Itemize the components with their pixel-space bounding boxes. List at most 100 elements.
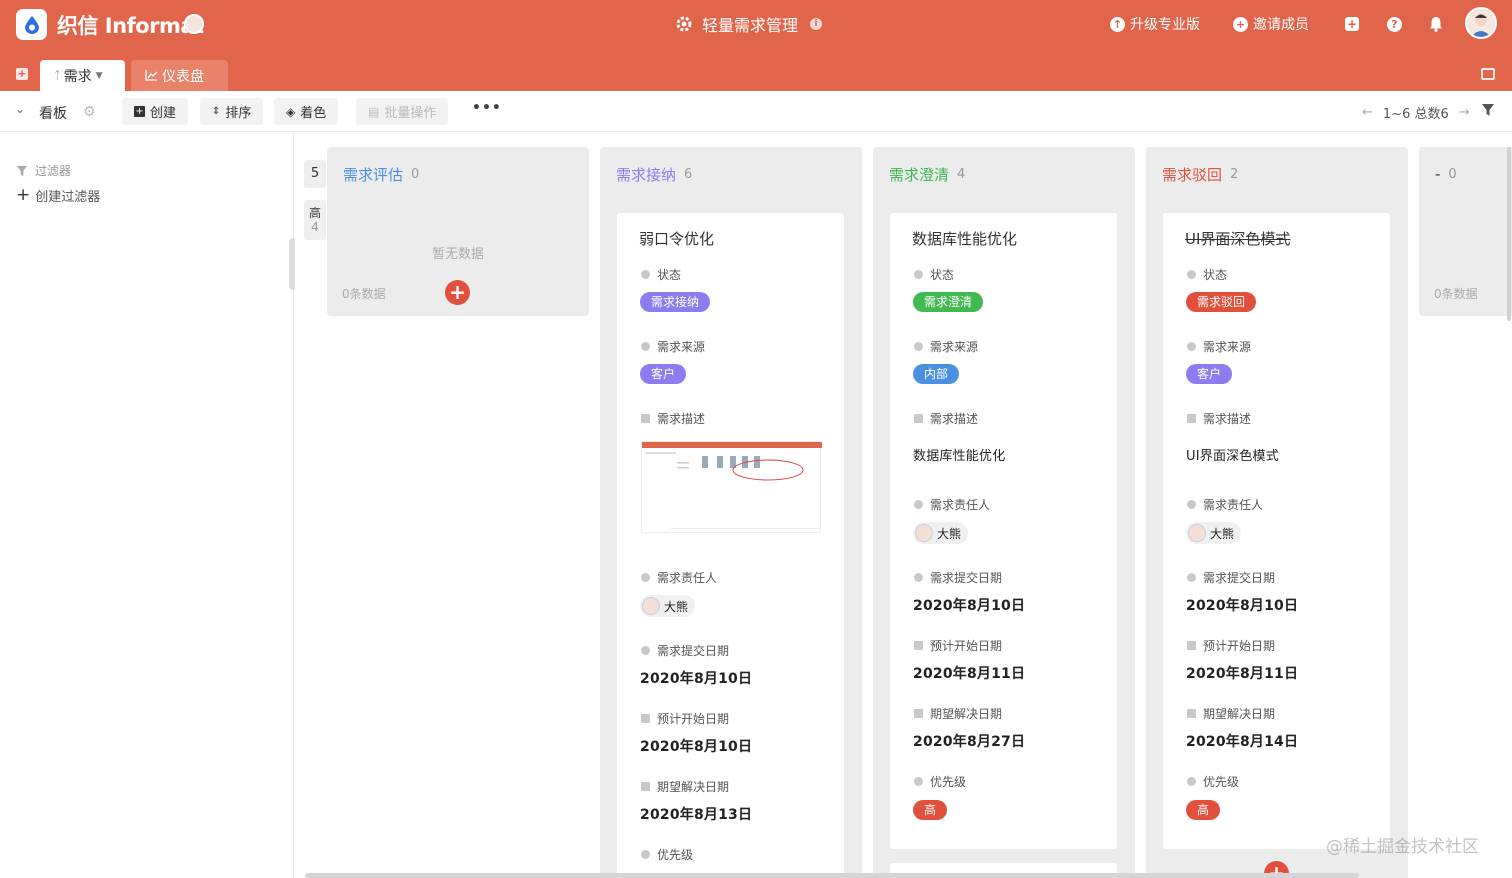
chevron-down-icon[interactable]: ⌄ bbox=[15, 102, 25, 116]
user-avatar[interactable] bbox=[1465, 7, 1497, 39]
create-button[interactable]: + 创建 bbox=[122, 98, 189, 125]
sort-label: 排序 bbox=[225, 106, 252, 121]
card[interactable]: 数据库性能优化 状态 需求澄清 需求来源 内部 需求描述 数据库性能优化 需求责… bbox=[890, 213, 1117, 849]
tab-dashboard[interactable]: 仪表盘 bbox=[131, 60, 228, 91]
upgrade-button[interactable]: ↑ 升级专业版 bbox=[1110, 14, 1200, 34]
check-circle-icon bbox=[914, 777, 923, 786]
invite-button[interactable]: + 邀请成员 bbox=[1233, 14, 1309, 34]
more-icon[interactable]: ••• bbox=[472, 100, 502, 116]
field-label: 需求来源 bbox=[641, 338, 705, 355]
paint-bucket-icon: ◈ bbox=[286, 104, 296, 119]
app-title-area[interactable]: 轻量需求管理 i bbox=[676, 12, 823, 36]
field-label: 期望解决日期 bbox=[914, 705, 1002, 722]
start-date: 2020年8月11日 bbox=[1186, 666, 1299, 682]
column-header[interactable]: 需求接纳 6 bbox=[600, 147, 862, 201]
source-pill: 内部 bbox=[913, 364, 960, 384]
pager-text: 1~6 总数6 bbox=[1382, 107, 1449, 122]
column-header[interactable]: 需求驳回 2 bbox=[1146, 147, 1408, 201]
vertical-scrollbar[interactable] bbox=[1507, 147, 1511, 321]
priority-pill: 高 bbox=[913, 800, 948, 820]
view-name[interactable]: 看板 bbox=[39, 103, 67, 123]
column-header[interactable]: 需求评估 0 bbox=[327, 147, 589, 201]
chevron-down-icon: ▼ bbox=[95, 70, 103, 81]
add-card-button[interactable]: + bbox=[445, 280, 470, 305]
app-name: 织信 Informat bbox=[57, 14, 204, 38]
field-label: 需求责任人 bbox=[914, 496, 990, 513]
plus-square-icon: + bbox=[134, 106, 145, 117]
horizontal-scrollbar[interactable] bbox=[305, 873, 1359, 878]
add-icon[interactable]: + bbox=[1345, 17, 1359, 31]
add-user-icon: + bbox=[1233, 16, 1248, 32]
column-header[interactable]: - 0 bbox=[1419, 147, 1512, 201]
group-label[interactable]: 高 4 bbox=[304, 200, 326, 240]
field-label: 优先级 bbox=[914, 773, 966, 790]
check-circle-icon bbox=[914, 270, 923, 279]
calendar-icon bbox=[914, 641, 923, 650]
column-rejected: 需求驳回 2 UI界面深色模式 状态 需求驳回 需求来源 客户 需求描述 UI界… bbox=[1146, 147, 1408, 878]
record-count: 0条数据 bbox=[1434, 287, 1478, 301]
status-pill: 需求澄清 bbox=[913, 292, 984, 312]
filter-icon[interactable] bbox=[1481, 103, 1495, 117]
card[interactable]: 弱口令优化 状态 需求接纳 需求来源 客户 需求描述 需求责任人 大熊 需求提交… bbox=[617, 213, 844, 878]
filter-panel: 过滤器 + 创建过滤器 bbox=[0, 133, 294, 878]
clock-icon bbox=[641, 646, 650, 655]
color-button[interactable]: ◈ 着色 bbox=[274, 98, 339, 125]
invite-label: 邀请成员 bbox=[1253, 17, 1309, 33]
user-icon bbox=[1187, 500, 1196, 509]
calendar-icon bbox=[914, 709, 923, 718]
owner-chip: 大熊 bbox=[1186, 522, 1242, 544]
field-label: 需求描述 bbox=[1187, 410, 1251, 427]
batch-button[interactable]: ▤ 批量操作 bbox=[356, 98, 449, 125]
next-page-icon[interactable]: → bbox=[1459, 105, 1470, 120]
add-tab-icon[interactable]: + bbox=[16, 68, 28, 80]
source-pill: 客户 bbox=[640, 364, 687, 384]
field-label: 状态 bbox=[641, 266, 681, 283]
card[interactable]: UI界面深色模式 状态 需求驳回 需求来源 客户 需求描述 UI界面深色模式 需… bbox=[1163, 213, 1390, 849]
avatar bbox=[1188, 524, 1206, 542]
field-label: 优先级 bbox=[1187, 773, 1239, 790]
column-header[interactable]: 需求澄清 4 bbox=[873, 147, 1135, 201]
tab-label: 需求 bbox=[63, 68, 92, 85]
window-copy-icon[interactable] bbox=[1481, 68, 1495, 80]
bell-icon[interactable] bbox=[1429, 16, 1443, 32]
list-icon: ▤ bbox=[368, 104, 380, 119]
field-label: 状态 bbox=[914, 266, 954, 283]
clock-icon bbox=[914, 573, 923, 582]
due-date: 2020年8月14日 bbox=[1186, 734, 1299, 750]
prev-page-icon[interactable]: ← bbox=[1362, 105, 1373, 120]
filter-icon bbox=[16, 165, 28, 176]
batch-label: 批量操作 bbox=[384, 106, 437, 121]
card-title: 弱口令优化 bbox=[639, 230, 715, 248]
workspace-avatar[interactable] bbox=[184, 14, 204, 34]
submit-date: 2020年8月10日 bbox=[640, 671, 753, 687]
document-icon bbox=[1187, 414, 1196, 423]
column-clarified: 需求澄清 4 数据库性能优化 状态 需求澄清 需求来源 内部 需求描述 数据库性… bbox=[873, 147, 1135, 878]
column-title: 需求澄清 bbox=[889, 165, 950, 184]
top-bar: 织信 Informat 轻量需求管理 i ↑ 升级专业版 + 邀请成员 + ? … bbox=[0, 0, 1512, 91]
description-image[interactable] bbox=[641, 441, 822, 533]
sort-icon: ⇕ bbox=[212, 106, 221, 117]
field-label: 优先级 bbox=[641, 846, 693, 863]
card-title: 数据库性能优化 bbox=[912, 230, 1018, 248]
help-icon[interactable]: ? bbox=[1387, 17, 1402, 32]
watermark: @稀土掘金技术社区 bbox=[1326, 837, 1479, 857]
column-count: 4 bbox=[957, 166, 966, 182]
app-logo[interactable] bbox=[16, 9, 47, 40]
owner-chip: 大熊 bbox=[913, 522, 969, 544]
view-settings-icon[interactable]: ⚙ bbox=[83, 104, 96, 120]
owner-chip: 大熊 bbox=[640, 595, 696, 617]
user-icon bbox=[914, 500, 923, 509]
sort-button[interactable]: ⇕ 排序 bbox=[200, 98, 264, 125]
column-title: 需求驳回 bbox=[1162, 165, 1223, 184]
info-icon[interactable]: i bbox=[810, 18, 823, 30]
calendar-icon bbox=[1187, 709, 1196, 718]
create-filter-button[interactable]: + 创建过滤器 bbox=[16, 186, 100, 206]
upgrade-label: 升级专业版 bbox=[1130, 17, 1200, 33]
app-title: 轻量需求管理 bbox=[702, 16, 799, 35]
column-none: - 0 0条数据 bbox=[1419, 147, 1512, 316]
avatar-face-icon bbox=[1471, 14, 1491, 37]
document-icon bbox=[641, 414, 650, 423]
check-circle-icon bbox=[641, 342, 650, 351]
tab-requirements[interactable]: ᛏ 需求 ▼ bbox=[40, 60, 125, 91]
field-label: 预计开始日期 bbox=[914, 637, 1002, 654]
